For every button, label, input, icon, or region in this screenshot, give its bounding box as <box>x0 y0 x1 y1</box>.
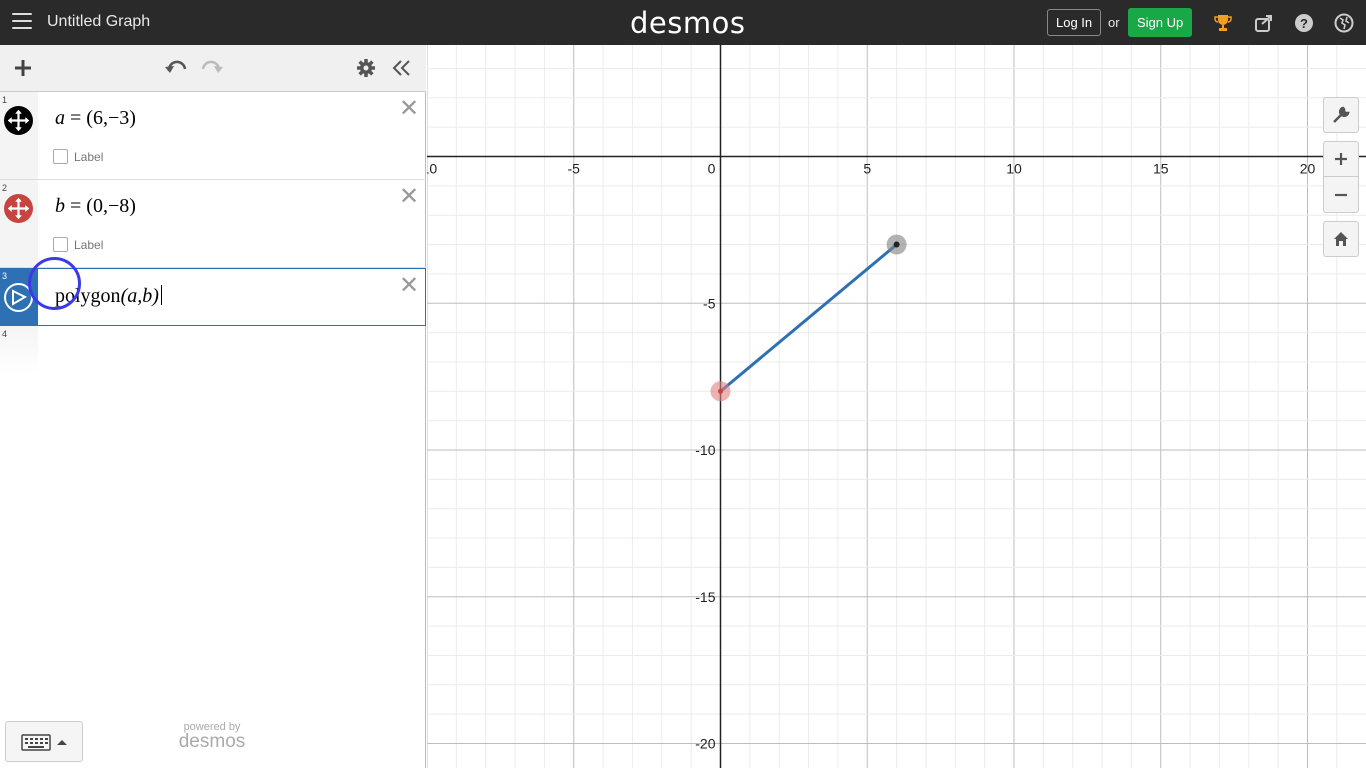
move-point-icon[interactable] <box>4 194 33 223</box>
y-tick-label: -15 <box>695 589 715 605</box>
expression-row-3-active[interactable]: 3 polygon(a,b) ✕ <box>0 257 426 326</box>
graph-title[interactable]: Untitled Graph <box>47 13 150 31</box>
expression-row-1[interactable]: 1 a = (6,−3) ✕ Label <box>0 92 426 180</box>
graph-tools <box>1323 97 1359 257</box>
wrench-icon[interactable] <box>1323 97 1359 133</box>
globe-icon[interactable] <box>1333 12 1355 34</box>
redo-icon[interactable] <box>199 55 225 81</box>
graph-canvas[interactable]: -10 -5 0 5 10 15 20 -5 -10 -15 -20 <box>427 45 1366 768</box>
top-bar: Untitled Graph desmos Log In or Sign Up … <box>0 0 1366 45</box>
add-icon[interactable] <box>10 55 36 81</box>
move-point-icon[interactable] <box>4 106 33 135</box>
expression-list-panel: 1 a = (6,−3) ✕ Label 2 b = (0,−8) ✕ Labe… <box>0 45 426 768</box>
expression-toolbar <box>0 45 426 92</box>
expression-math[interactable]: b = (0,−8) <box>55 195 136 218</box>
keyboard-toggle-button[interactable] <box>5 721 83 762</box>
expression-gutter: 4 <box>0 326 38 374</box>
click-indicator <box>28 257 81 310</box>
x-tick-label: 5 <box>863 161 871 177</box>
expression-number: 1 <box>2 95 8 105</box>
trophy-icon[interactable] <box>1212 12 1234 34</box>
delete-expression-icon[interactable]: ✕ <box>398 97 420 121</box>
y-tick-label: -5 <box>703 295 716 311</box>
x-tick-label: 0 <box>708 161 716 177</box>
x-tick-label: -5 <box>568 161 581 177</box>
label-checkbox[interactable] <box>53 149 68 164</box>
menu-icon[interactable] <box>12 13 32 31</box>
x-tick-label: 15 <box>1153 161 1169 177</box>
point-b <box>718 388 723 394</box>
signup-button[interactable]: Sign Up <box>1128 8 1193 37</box>
label-checkbox[interactable] <box>53 237 68 252</box>
expression-math[interactable]: a = (6,−3) <box>55 107 136 130</box>
expression-gutter: 2 <box>0 180 38 267</box>
x-tick-label: 10 <box>1006 161 1022 177</box>
help-icon[interactable]: ? <box>1293 12 1315 34</box>
expression-number: 4 <box>2 329 8 339</box>
delete-expression-icon[interactable]: ✕ <box>398 274 420 298</box>
collapse-list-icon[interactable] <box>389 55 415 81</box>
label-toggle[interactable]: Label <box>53 237 103 252</box>
zoom-out-icon[interactable] <box>1323 177 1359 213</box>
y-tick-label: -20 <box>695 736 715 752</box>
delete-expression-icon[interactable]: ✕ <box>398 185 420 209</box>
expression-row-4-empty[interactable]: 4 <box>0 326 426 374</box>
expression-number: 2 <box>2 183 8 193</box>
settings-icon[interactable] <box>353 55 379 81</box>
y-tick-label: -10 <box>695 442 715 458</box>
share-icon[interactable] <box>1253 12 1275 34</box>
x-tick-label: 20 <box>1300 161 1316 177</box>
expression-row-2[interactable]: 2 b = (0,−8) ✕ Label <box>0 180 426 268</box>
or-text: or <box>1108 15 1120 30</box>
label-toggle[interactable]: Label <box>53 149 103 164</box>
powered-by-desmos[interactable]: powered by desmos <box>172 721 252 753</box>
undo-icon[interactable] <box>163 55 189 81</box>
desmos-logo: desmos <box>630 6 746 40</box>
expression-gutter: 1 <box>0 92 38 179</box>
login-button[interactable]: Log In <box>1047 9 1102 36</box>
point-a <box>893 241 900 248</box>
graph-paper[interactable]: -10 -5 0 5 10 15 20 -5 -10 -15 -20 <box>427 45 1366 768</box>
x-tick-label: -10 <box>427 161 437 177</box>
svg-text:?: ? <box>1300 16 1308 31</box>
home-icon[interactable] <box>1323 221 1359 257</box>
zoom-in-icon[interactable] <box>1323 141 1359 177</box>
expression-number: 3 <box>2 271 8 281</box>
keyboard-icon <box>21 734 67 751</box>
